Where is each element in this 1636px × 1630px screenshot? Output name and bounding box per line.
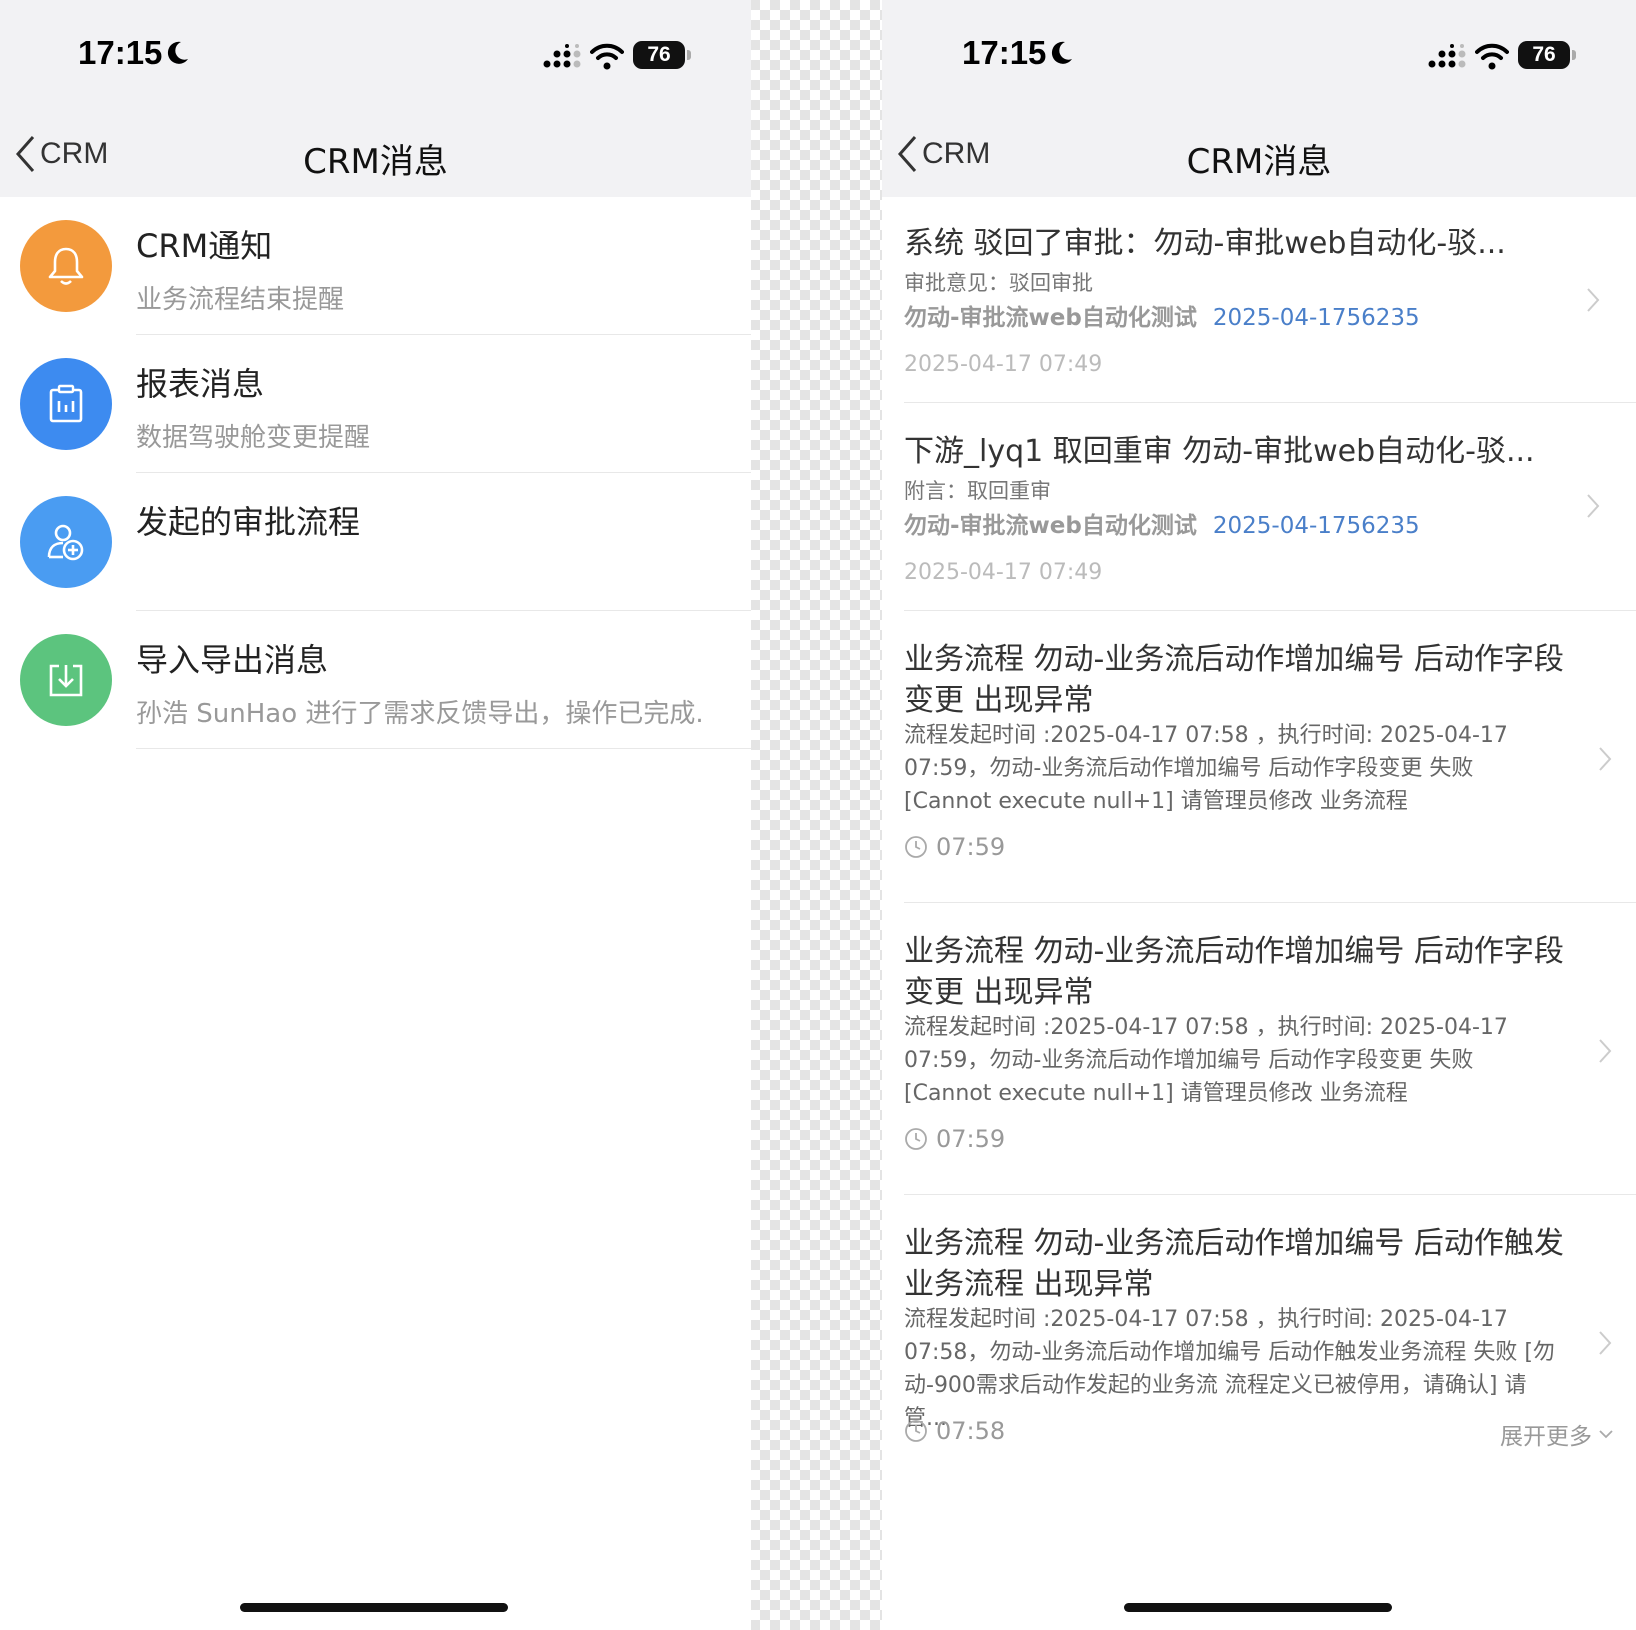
message-time: 07:59: [904, 1125, 1005, 1153]
divider: [136, 748, 751, 749]
right-screen: 17:15 76 CRM CRM消息 系统 驳回了审批：勿动-审批web自动化-…: [882, 0, 1636, 1630]
item-subtitle: 孙浩 SunHao 进行了需求反馈导出，操作已完成.: [136, 699, 704, 729]
message-note: 附言：取回重审: [904, 479, 1051, 503]
wifi-icon: [1475, 43, 1509, 70]
chevron-right-icon: [1599, 1039, 1612, 1063]
moon-icon: [167, 41, 188, 64]
record-code-link[interactable]: 2025-04-1756235: [1213, 305, 1420, 331]
time-text: 07:59: [936, 833, 1006, 861]
status-time: 17:15: [78, 34, 163, 71]
signal-icon: [543, 44, 581, 68]
message-item[interactable]: 业务流程 勿动-业务流后动作增加编号 后动作触发业务流程 出现异常 流程发起时间…: [882, 1195, 1636, 1495]
report-icon: [20, 358, 112, 450]
list-item-report[interactable]: 报表消息 数据驾驶舱变更提醒: [0, 335, 751, 473]
item-subtitle: 业务流程结束提醒: [136, 285, 345, 315]
message-title: 业务流程 勿动-业务流后动作增加编号 后动作字段变更 出现异常: [904, 934, 1564, 1010]
expand-more-button[interactable]: 展开更多: [1500, 1417, 1614, 1451]
message-meta: 勿动-审批流web自动化测试 2025-04-1756235: [904, 506, 1420, 540]
clock-icon: [905, 836, 927, 858]
status-bar: 17:15 76: [882, 0, 1636, 100]
message-time: 2025-04-17 07:49: [904, 352, 1103, 377]
message-body: 流程发起时间 :2025-04-17 07:58 ，执行时间: 2025-04-…: [904, 1015, 1508, 1106]
item-subtitle: 数据驾驶舱变更提醒: [136, 423, 371, 453]
battery-icon: 76: [1518, 41, 1576, 69]
item-title: 发起的审批流程: [136, 503, 361, 541]
page-title: CRM消息: [1186, 142, 1332, 182]
item-title: 导入导出消息: [136, 641, 329, 679]
message-item[interactable]: 业务流程 勿动-业务流后动作增加编号 后动作字段变更 出现异常 流程发起时间 :…: [882, 611, 1636, 903]
flow-name: 勿动-审批流web自动化测试: [904, 305, 1197, 331]
message-item[interactable]: 系统 驳回了审批：勿动-审批web自动化-驳... 审批意见：驳回审批 勿动-审…: [882, 197, 1636, 403]
chevron-right-icon: [1587, 288, 1600, 312]
item-title: 报表消息: [136, 365, 265, 403]
list-item-approval[interactable]: 发起的审批流程: [0, 473, 751, 611]
battery-level: 76: [647, 43, 671, 66]
chevron-down-icon: [1599, 1430, 1613, 1439]
time-text: 07:58: [936, 1417, 1006, 1445]
expand-label: 展开更多: [1500, 1424, 1592, 1450]
battery-level: 76: [1532, 43, 1556, 66]
signal-icon: [1428, 44, 1466, 68]
moon-icon: [1051, 41, 1072, 64]
message-item[interactable]: 下游_lyq1 取回重审 勿动-审批web自动化-驳... 附言：取回重审 勿动…: [882, 403, 1636, 611]
page-title: CRM消息: [303, 142, 448, 182]
message-note: 审批意见：驳回审批: [904, 271, 1093, 295]
message-body: 流程发起时间 :2025-04-17 07:58 ，执行时间: 2025-04-…: [904, 723, 1508, 814]
left-screen: 17:15 76 CRM CRM消息 CRM通知 业务流程结束提醒 报表消息 数…: [0, 0, 751, 1630]
message-item[interactable]: 业务流程 勿动-业务流后动作增加编号 后动作字段变更 出现异常 流程发起时间 :…: [882, 903, 1636, 1195]
clock-icon: [905, 1420, 927, 1442]
list-item-import-export[interactable]: 导入导出消息 孙浩 SunHao 进行了需求反馈导出，操作已完成.: [0, 611, 751, 749]
message-meta: 勿动-审批流web自动化测试 2025-04-1756235: [904, 298, 1420, 332]
chevron-right-icon: [1599, 1331, 1612, 1355]
status-bar: 17:15 76: [0, 0, 751, 100]
message-title: 业务流程 勿动-业务流后动作增加编号 后动作字段变更 出现异常: [904, 642, 1564, 718]
message-title: 业务流程 勿动-业务流后动作增加编号 后动作触发业务流程 出现异常: [904, 1226, 1564, 1302]
import-export-icon: [20, 634, 112, 726]
clock-icon: [905, 1128, 927, 1150]
record-code-link[interactable]: 2025-04-1756235: [1213, 513, 1420, 539]
chevron-right-icon: [1587, 494, 1600, 518]
flow-name: 勿动-审批流web自动化测试: [904, 513, 1197, 539]
home-indicator[interactable]: [1124, 1603, 1392, 1612]
user-add-icon: [20, 496, 112, 588]
nav-bar: CRM CRM消息: [0, 100, 751, 197]
home-indicator[interactable]: [240, 1603, 508, 1612]
time-text: 07:59: [936, 1125, 1006, 1153]
message-title: 系统 驳回了审批：勿动-审批web自动化-驳...: [904, 226, 1506, 261]
nav-bar: CRM CRM消息: [882, 100, 1636, 197]
status-time: 17:15: [962, 34, 1047, 71]
message-time: 07:58: [904, 1417, 1005, 1445]
message-time: 2025-04-17 07:49: [904, 560, 1103, 585]
battery-icon: 76: [633, 41, 691, 69]
chevron-right-icon: [1599, 747, 1612, 771]
item-title: CRM通知: [136, 227, 273, 265]
message-time: 07:59: [904, 833, 1005, 861]
message-title: 下游_lyq1 取回重审 勿动-审批web自动化-驳...: [904, 434, 1535, 469]
list-item-crm-notice[interactable]: CRM通知 业务流程结束提醒: [0, 197, 751, 335]
message-body: 流程发起时间 :2025-04-17 07:58 ，执行时间: 2025-04-…: [904, 1307, 1555, 1431]
wifi-icon: [590, 43, 624, 70]
bell-icon: [20, 220, 112, 312]
